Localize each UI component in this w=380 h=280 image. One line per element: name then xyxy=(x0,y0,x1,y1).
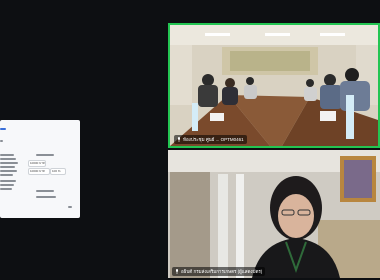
shared-document-preview: 10000 บาท 10000 บาท 100 % xyxy=(0,120,80,218)
doc-label-line xyxy=(36,154,54,156)
doc-heading-line xyxy=(0,128,6,130)
microphone-icon xyxy=(178,137,180,143)
meeting-room-video xyxy=(170,25,378,146)
video-tile-speaker[interactable]: อธิบดี กรมส่งเสริมการเกษตร (ผู้แสดงบัตร) xyxy=(168,150,380,278)
doc-field-percent-value: 100 % xyxy=(52,169,61,173)
participant-name: ห้องประชุม ศูนย์ ... OPTM0461 xyxy=(183,137,244,142)
participant-name-tag: ห้องประชุม ศูนย์ ... OPTM0461 xyxy=(174,135,247,144)
doc-text-line xyxy=(0,184,14,186)
speaker-video xyxy=(168,150,380,278)
doc-text-line xyxy=(0,180,16,182)
doc-field-percent: 100 % xyxy=(50,168,66,175)
microphone-icon xyxy=(176,269,178,275)
participant-name: อธิบดี กรมส่งเสริมการเกษตร (ผู้แสดงบัตร) xyxy=(181,269,263,274)
doc-text-line xyxy=(0,154,14,156)
doc-field-1-value: 10000 บาท xyxy=(30,161,45,165)
video-tile-meeting-room[interactable]: ห้องประชุม ศูนย์ ... OPTM0461 xyxy=(168,23,380,148)
doc-text-line xyxy=(0,162,18,164)
participant-name-tag: อธิบดี กรมส่งเสริมการเกษตร (ผู้แสดงบัตร) xyxy=(172,267,266,276)
doc-text-line xyxy=(0,158,16,160)
doc-field-1: 10000 บาท xyxy=(28,160,46,167)
doc-text-line xyxy=(0,140,3,142)
doc-field-2: 10000 บาท xyxy=(28,168,50,175)
doc-text-line xyxy=(0,170,17,172)
doc-label-line xyxy=(36,190,54,192)
doc-text-line xyxy=(0,174,13,176)
doc-text-line xyxy=(0,166,15,168)
doc-label-line xyxy=(36,196,56,198)
doc-field-2-value: 10000 บาท xyxy=(30,169,45,173)
doc-page-marker xyxy=(68,206,72,208)
doc-text-line xyxy=(0,188,12,190)
